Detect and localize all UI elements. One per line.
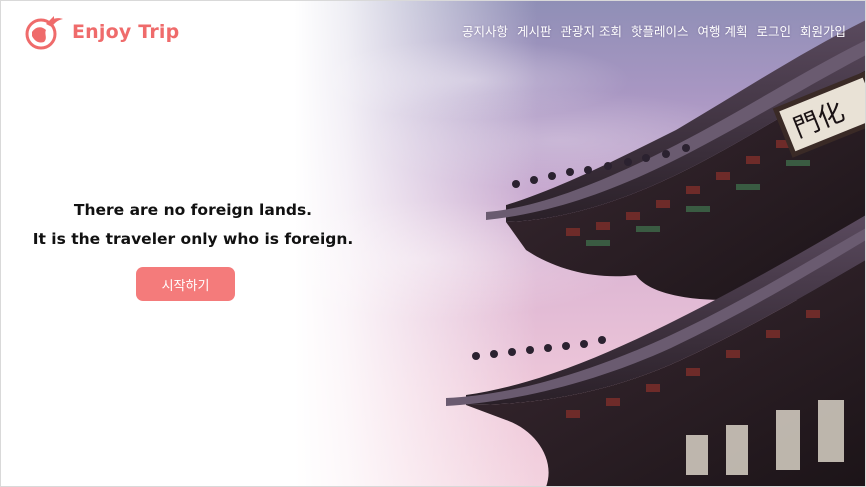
hero-quote-line-1: There are no foreign lands. xyxy=(73,201,313,219)
main-nav: 공지사항 게시판 관광지 조회 핫플레이스 여행 계획 로그인 회원가입 xyxy=(462,21,846,40)
nav-item-signup[interactable]: 회원가입 xyxy=(800,21,846,40)
nav-item-login[interactable]: 로그인 xyxy=(756,21,791,40)
hero-quote: There are no foreign lands. It is the tr… xyxy=(0,196,386,254)
nav-item-board[interactable]: 게시판 xyxy=(517,21,552,40)
palace-roof-image: 門化 xyxy=(446,20,866,487)
brand-name: Enjoy Trip xyxy=(72,21,180,43)
start-button[interactable]: 시작하기 xyxy=(136,267,235,301)
landing-page: 門化 Enjoy Trip 공지사항 게시판 관광지 조회 핫플레이스 여행 계… xyxy=(0,0,866,487)
nav-item-hotplace[interactable]: 핫플레이스 xyxy=(631,21,689,40)
hero-quote-line-2: It is the traveler only who is foreign. xyxy=(32,230,354,248)
site-header: Enjoy Trip 공지사항 게시판 관광지 조회 핫플레이스 여행 계획 로… xyxy=(0,0,866,62)
nav-item-trip-plan[interactable]: 여행 계획 xyxy=(697,21,747,40)
nav-item-notice[interactable]: 공지사항 xyxy=(462,21,508,40)
brand-logo-link[interactable]: Enjoy Trip xyxy=(24,14,179,50)
globe-bird-logo-icon xyxy=(25,16,63,50)
nav-item-attractions[interactable]: 관광지 조회 xyxy=(560,21,621,40)
